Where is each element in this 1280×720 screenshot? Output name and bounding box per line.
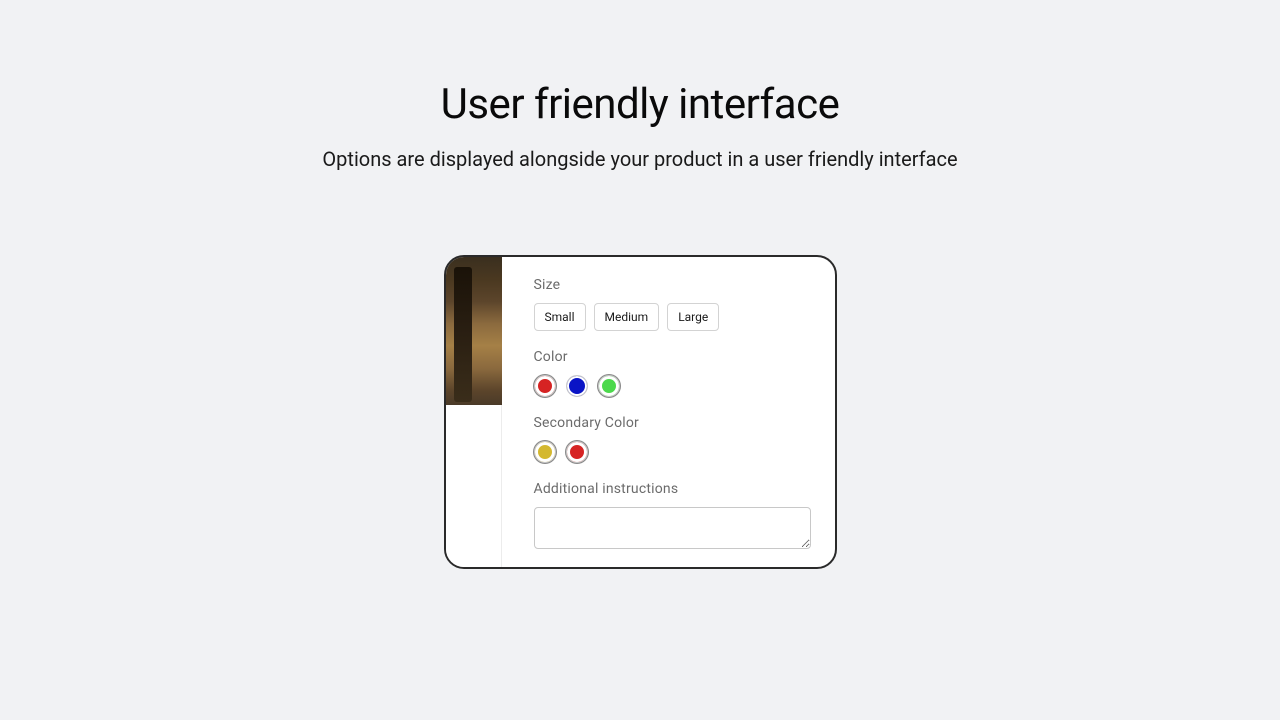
size-label: Size — [534, 277, 811, 293]
color-swatch-green[interactable] — [598, 375, 620, 397]
secondary-color-label: Secondary Color — [534, 415, 811, 431]
instructions-option-group: Additional instructions — [534, 481, 811, 553]
instructions-textarea[interactable] — [534, 507, 811, 549]
secondary-color-swatch-gold[interactable] — [534, 441, 556, 463]
product-image — [446, 257, 502, 405]
color-swatches — [534, 375, 811, 397]
color-swatch-red[interactable] — [534, 375, 556, 397]
size-button-small[interactable]: Small — [534, 303, 586, 331]
size-option-group: Size Small Medium Large — [534, 277, 811, 331]
size-buttons: Small Medium Large — [534, 303, 811, 331]
color-swatch-blue[interactable] — [566, 375, 588, 397]
size-button-medium[interactable]: Medium — [594, 303, 660, 331]
card-content: Size Small Medium Large Color Secondary … — [502, 257, 835, 567]
card-left-column — [446, 257, 502, 567]
card-image-strip — [446, 405, 502, 567]
size-button-large[interactable]: Large — [667, 303, 719, 331]
product-options-card: Size Small Medium Large Color Secondary … — [444, 255, 837, 569]
secondary-color-swatches — [534, 441, 811, 463]
color-label: Color — [534, 349, 811, 365]
page-title: User friendly interface — [441, 80, 840, 129]
page-subtitle: Options are displayed alongside your pro… — [322, 147, 957, 171]
instructions-label: Additional instructions — [534, 481, 811, 497]
secondary-color-swatch-red[interactable] — [566, 441, 588, 463]
secondary-color-option-group: Secondary Color — [534, 415, 811, 463]
color-option-group: Color — [534, 349, 811, 397]
